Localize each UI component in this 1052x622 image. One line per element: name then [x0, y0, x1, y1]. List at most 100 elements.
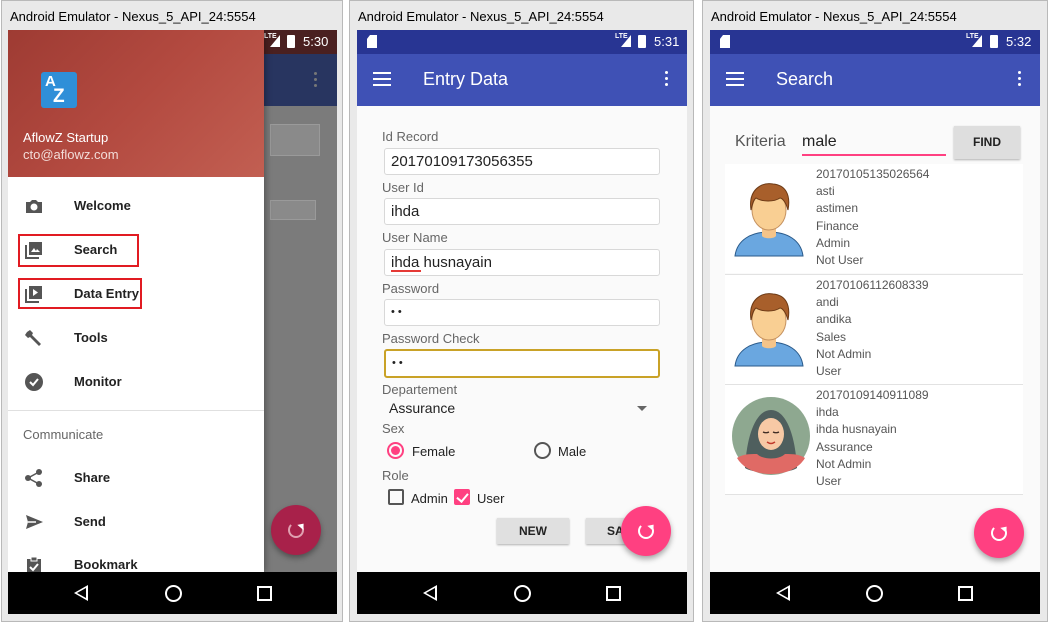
id-record-input[interactable]: 20170109173056355 [384, 148, 660, 175]
lte-label: LTE [966, 33, 979, 40]
window-title: Android Emulator - Nexus_5_API_24:5554 [358, 9, 604, 24]
refresh-fab[interactable] [621, 506, 671, 556]
drawer-item-share[interactable]: Share [8, 458, 264, 498]
user-id-label: User Id [382, 180, 424, 195]
user-name-label: User Name [382, 230, 448, 245]
dimmed-field [270, 124, 320, 156]
dimmed-field [270, 200, 316, 220]
refresh-icon [288, 522, 304, 538]
recents-icon[interactable] [958, 586, 973, 601]
new-button[interactable]: NEW [497, 518, 569, 544]
drawer-header: A Z AflowZ Startup cto@aflowz.com [8, 30, 264, 177]
emulator-window-2: Android Emulator - Nexus_5_API_24:5554 L… [349, 0, 694, 622]
result-list-item[interactable]: 20170109140911089 ihda ihda husnayain As… [725, 385, 1023, 494]
drawer-item-label: Bookmark [74, 557, 138, 572]
result-user-id: asti [816, 184, 835, 198]
user-name-input[interactable]: ihda husnayain [384, 249, 660, 276]
camera-icon [26, 200, 42, 213]
home-icon[interactable] [514, 585, 531, 602]
emulator-window-1: Android Emulator - Nexus_5_API_24:5554 L… [1, 0, 343, 622]
user-checkbox[interactable] [454, 489, 470, 505]
password-label: Password [382, 281, 440, 296]
drawer-divider [8, 410, 264, 411]
battery-icon [990, 35, 998, 48]
overflow-menu-icon[interactable] [1018, 71, 1022, 89]
refresh-icon [638, 523, 654, 539]
user-id-input[interactable]: ihda [384, 198, 660, 225]
male-avatar-icon [734, 183, 804, 257]
result-divider [725, 494, 1023, 495]
dimmed-overflow-icon [314, 72, 317, 87]
lte-label: LTE [264, 33, 277, 40]
result-department: Assurance [816, 440, 873, 454]
result-id: 20170106112608339 [816, 278, 929, 292]
user-label[interactable]: User [477, 491, 504, 506]
home-icon[interactable] [866, 585, 883, 602]
app-logo: A Z [41, 72, 77, 108]
admin-label[interactable]: Admin [411, 491, 448, 506]
back-icon[interactable] [776, 585, 790, 601]
phone-screen: LTE 5:31 Entry Data Id Record 2017010917… [357, 30, 687, 614]
drawer-item-tools[interactable]: Tools [8, 318, 264, 358]
menu-icon[interactable] [726, 72, 744, 86]
refresh-icon [991, 525, 1007, 541]
window-title: Android Emulator - Nexus_5_API_24:5554 [10, 9, 256, 24]
male-avatar-icon [734, 293, 804, 367]
menu-icon[interactable] [373, 72, 391, 86]
drawer-item-monitor[interactable]: Monitor [8, 362, 264, 402]
back-icon[interactable] [423, 585, 437, 601]
id-record-label: Id Record [382, 129, 439, 144]
result-user-id: andi [816, 295, 839, 309]
phone-screen: LTE 5:30 A Z AflowZ Startup cto@aflowz.c… [8, 30, 337, 614]
drawer-item-label: Monitor [74, 374, 122, 389]
drawer-item-send[interactable]: Send [8, 502, 264, 542]
male-radio[interactable] [534, 442, 551, 459]
lte-label: LTE [615, 33, 628, 40]
result-department: Sales [816, 330, 847, 344]
result-admin: Not Admin [816, 457, 872, 471]
drawer-item-welcome[interactable]: Welcome [8, 186, 264, 226]
kriteria-label: Kriteria [735, 133, 786, 150]
result-list-item[interactable]: 20170106112608339 andi andika Sales Not … [725, 275, 1023, 384]
system-nav-bar [710, 572, 1040, 614]
sd-card-icon [720, 35, 730, 48]
page-title: Search [776, 69, 834, 89]
status-time: 5:31 [654, 34, 680, 49]
find-button[interactable]: FIND [954, 126, 1020, 159]
refresh-fab[interactable] [271, 505, 321, 555]
spellcheck-underline [391, 270, 421, 272]
app-bar: Search [710, 54, 1040, 106]
kriteria-input[interactable]: male [802, 130, 946, 156]
result-name: ihda husnayain [816, 422, 897, 436]
result-id: 20170109140911089 [816, 388, 929, 402]
home-icon[interactable] [165, 585, 182, 602]
back-icon[interactable] [74, 585, 88, 601]
password-check-input[interactable]: • • [384, 349, 660, 378]
role-label: Role [382, 468, 409, 483]
male-label[interactable]: Male [558, 444, 586, 459]
female-radio[interactable] [387, 442, 404, 459]
admin-checkbox[interactable] [388, 489, 404, 505]
drawer-section-title: Communicate [23, 427, 104, 442]
result-id: 20170105135026564 [816, 167, 930, 181]
refresh-fab[interactable] [974, 508, 1024, 558]
recents-icon[interactable] [606, 586, 621, 601]
password-check-label: Password Check [382, 331, 480, 346]
battery-icon [287, 35, 295, 48]
drawer-email: cto@aflowz.com [23, 147, 119, 162]
window-title: Android Emulator - Nexus_5_API_24:5554 [711, 9, 957, 24]
drawer-item-label: Share [74, 470, 111, 485]
search-highlight-box [18, 234, 139, 267]
result-list-item[interactable]: 20170105135026564 asti astimen Finance A… [725, 164, 1023, 273]
female-label[interactable]: Female [412, 444, 455, 459]
drawer-item-label: Welcome [74, 198, 131, 213]
password-input[interactable]: • • [384, 299, 660, 326]
result-name: astimen [816, 201, 859, 215]
department-select[interactable]: Assurance [389, 400, 455, 416]
share-icon [25, 469, 42, 487]
overflow-menu-icon[interactable] [665, 71, 669, 89]
dropdown-arrow-icon[interactable] [637, 406, 647, 411]
recents-icon[interactable] [257, 586, 272, 601]
emulator-window-3: Android Emulator - Nexus_5_API_24:5554 L… [702, 0, 1048, 622]
status-bar: LTE 5:31 [357, 30, 687, 54]
